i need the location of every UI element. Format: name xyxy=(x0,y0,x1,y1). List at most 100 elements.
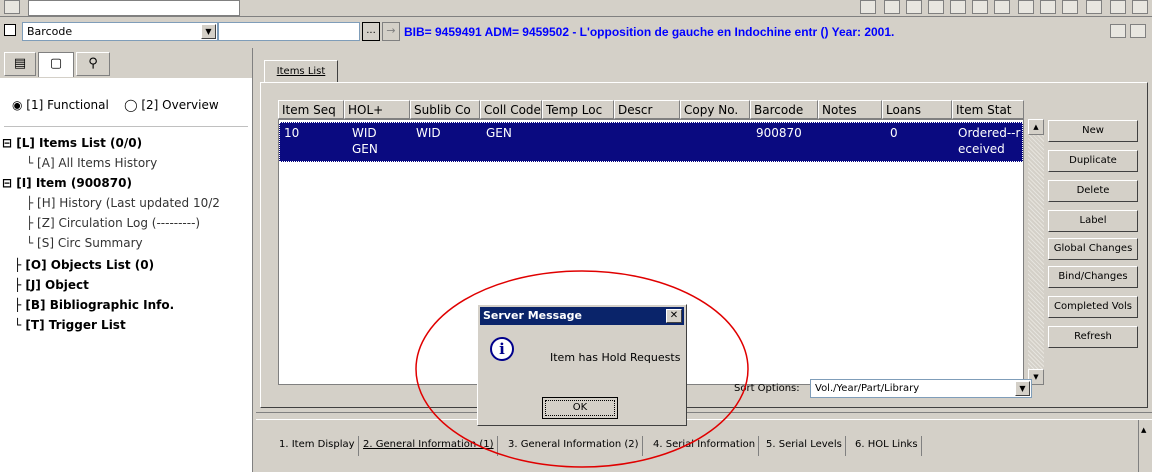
toolbar-icon-2[interactable] xyxy=(884,0,900,14)
tree-label: [A] All Items History xyxy=(37,156,158,170)
tab-window[interactable]: ▢ xyxy=(38,52,74,77)
toolbar-icon-12[interactable] xyxy=(1110,0,1126,14)
window-icon xyxy=(4,24,16,36)
search-toolbar: Barcode ▼ ... → BIB= 9459491 ADM= 945950… xyxy=(0,18,1152,48)
tree-item-circ-summary[interactable]: └ [S] Circ Summary xyxy=(26,236,143,250)
column-loans[interactable]: Loans xyxy=(882,100,952,119)
duplicate-button[interactable]: Duplicate xyxy=(1048,150,1138,172)
toolbar-icon-13[interactable] xyxy=(1132,0,1148,14)
tab-serial-levels[interactable]: 5. Serial Levels xyxy=(763,436,846,456)
toolbar-icon-6[interactable] xyxy=(972,0,988,14)
column-item-stat[interactable]: Item Stat xyxy=(952,100,1024,119)
tree-item-objects-list[interactable]: ├ [O] Objects List (0) xyxy=(14,258,154,272)
cell-item-seq: 10 xyxy=(284,126,300,140)
tree-item-bibliographic-info[interactable]: ├ [B] Bibliographic Info. xyxy=(14,298,174,312)
print-record-icon[interactable] xyxy=(1130,24,1146,38)
refresh-button[interactable]: Refresh xyxy=(1048,326,1138,348)
tree-item-object[interactable]: ├ [J] Object xyxy=(14,278,89,292)
tree-label: [L] Items List (0/0) xyxy=(16,136,143,150)
ellipsis-button[interactable]: ... xyxy=(362,22,380,41)
column-copy-no[interactable]: Copy No. xyxy=(680,100,750,119)
toolbar-icon-10[interactable] xyxy=(1062,0,1078,14)
search-type-select[interactable]: Barcode ▼ xyxy=(22,22,218,41)
tree-item-all-items-history[interactable]: └ [A] All Items History xyxy=(26,156,157,170)
tree-item-trigger-list[interactable]: └ [T] Trigger List xyxy=(14,318,126,332)
tree-item-history[interactable]: ├ [H] History (Last updated 10/2 xyxy=(26,196,220,210)
toolbar-icon-3[interactable] xyxy=(906,0,922,14)
view-options: ◉ [1] Functional ◯ [2] Overview xyxy=(12,98,219,112)
tree-item-items-list[interactable]: ⊟ [L] Items List (0/0) xyxy=(2,136,142,150)
tree-label: [I] Item (900870) xyxy=(16,176,132,190)
tree-item-circulation-log[interactable]: ├ [Z] Circulation Log (---------) xyxy=(26,216,200,230)
radio-functional[interactable]: ◉ [1] Functional xyxy=(12,98,109,112)
top-toolbar-icons xyxy=(860,0,1150,14)
cell-loans: 0 xyxy=(890,126,898,140)
bottom-scrollbar[interactable]: ▲ xyxy=(1138,420,1152,472)
bind-changes-button[interactable]: Bind/Changes xyxy=(1048,266,1138,288)
tab-hol-links[interactable]: 6. HOL Links xyxy=(852,436,922,456)
go-arrow-icon[interactable]: → xyxy=(382,22,400,41)
tab-items-list[interactable]: Items List xyxy=(264,60,338,83)
search-input[interactable] xyxy=(218,22,360,41)
toolbar-icon-9[interactable] xyxy=(1040,0,1056,14)
cell-hol-line1: WID xyxy=(352,126,377,140)
tree-label: [H] History (Last updated 10/2 xyxy=(37,196,220,210)
save-icon[interactable] xyxy=(1110,24,1126,38)
tree-label: [Z] Circulation Log (---------) xyxy=(37,216,201,230)
new-button[interactable]: New xyxy=(1048,120,1138,142)
red-ellipse-annotation xyxy=(415,270,749,468)
toolbar-icon-4[interactable] xyxy=(928,0,944,14)
column-sublib[interactable]: Sublib Co xyxy=(410,100,480,119)
delete-button[interactable]: Delete xyxy=(1048,180,1138,202)
sort-options-select[interactable]: Vol./Year/Part/Library ▼ xyxy=(810,379,1032,398)
table-row[interactable]: 10 WID GEN WID GEN 900870 0 Ordered--r e… xyxy=(279,122,1023,162)
tree-label: [B] Bibliographic Info. xyxy=(25,298,175,312)
completed-vols-button[interactable]: Completed Vols xyxy=(1048,296,1138,318)
search-type-value: Barcode xyxy=(27,25,73,38)
cell-item-stat-line2: eceived xyxy=(958,142,1005,156)
toolbar-icon-5[interactable] xyxy=(950,0,966,14)
left-panel: ▤ ▢ ⚲ ◉ [1] Functional ◯ [2] Overview ⊟ … xyxy=(0,48,253,472)
toolbar-icon-8[interactable] xyxy=(1018,0,1034,14)
column-item-seq[interactable]: Item Seq xyxy=(278,100,344,119)
top-field[interactable] xyxy=(28,0,240,16)
cell-hol-line2: GEN xyxy=(352,142,378,156)
tab-item-display[interactable]: 1. Item Display xyxy=(276,436,359,456)
cell-barcode: 900870 xyxy=(756,126,802,140)
label-button[interactable]: Label xyxy=(1048,210,1138,232)
cell-sublib: WID xyxy=(416,126,441,140)
nav-tree: ⊟ [L] Items List (0/0) └ [A] All Items H… xyxy=(2,136,250,396)
toolbar-icon-1[interactable] xyxy=(860,0,876,14)
column-coll-code[interactable]: Coll Code xyxy=(480,100,542,119)
column-hol[interactable]: HOL+ xyxy=(344,100,410,119)
tree-item-item[interactable]: ⊟ [I] Item (900870) xyxy=(2,176,132,190)
toolbar-icon-7[interactable] xyxy=(994,0,1010,14)
scroll-up-arrow-icon[interactable]: ▲ xyxy=(1028,119,1044,135)
tree-label: [S] Circ Summary xyxy=(37,236,143,250)
toolbar-icon-11[interactable] xyxy=(1086,0,1102,14)
left-panel-tabstrip: ▤ ▢ ⚲ xyxy=(0,48,252,78)
cell-coll-code: GEN xyxy=(486,126,512,140)
tree-label: [T] Trigger List xyxy=(25,318,126,332)
radio-overview[interactable]: ◯ [2] Overview xyxy=(124,98,219,112)
tab-search[interactable]: ⚲ xyxy=(76,52,110,76)
record-title: BIB= 9459491 ADM= 9459502 - L'opposition… xyxy=(404,25,895,39)
column-barcode[interactable]: Barcode xyxy=(750,100,818,119)
tree-label: [O] Objects List (0) xyxy=(25,258,155,272)
column-descr[interactable]: Descr xyxy=(614,100,680,119)
column-notes[interactable]: Notes xyxy=(818,100,882,119)
sort-options-value: Vol./Year/Part/Library xyxy=(815,383,920,394)
cell-item-stat-line1: Ordered--r xyxy=(958,126,1021,140)
global-changes-button[interactable]: Global Changes xyxy=(1048,238,1138,260)
tree-label: [J] Object xyxy=(25,278,89,292)
chevron-down-icon[interactable]: ▼ xyxy=(1015,381,1030,396)
items-table-header: Item Seq HOL+ Sublib Co Coll Code Temp L… xyxy=(278,100,1024,119)
print-icon[interactable] xyxy=(4,0,20,14)
scroll-up-arrow-icon[interactable]: ▲ xyxy=(1141,426,1146,434)
chevron-down-icon[interactable]: ▼ xyxy=(201,24,216,39)
table-scrollbar[interactable]: ▲ ▼ xyxy=(1028,119,1044,385)
tab-notes[interactable]: ▤ xyxy=(4,52,36,76)
radio-overview-label: [2] Overview xyxy=(141,98,219,112)
column-temp-loc[interactable]: Temp Loc xyxy=(542,100,614,119)
radio-functional-label: [1] Functional xyxy=(26,98,109,112)
